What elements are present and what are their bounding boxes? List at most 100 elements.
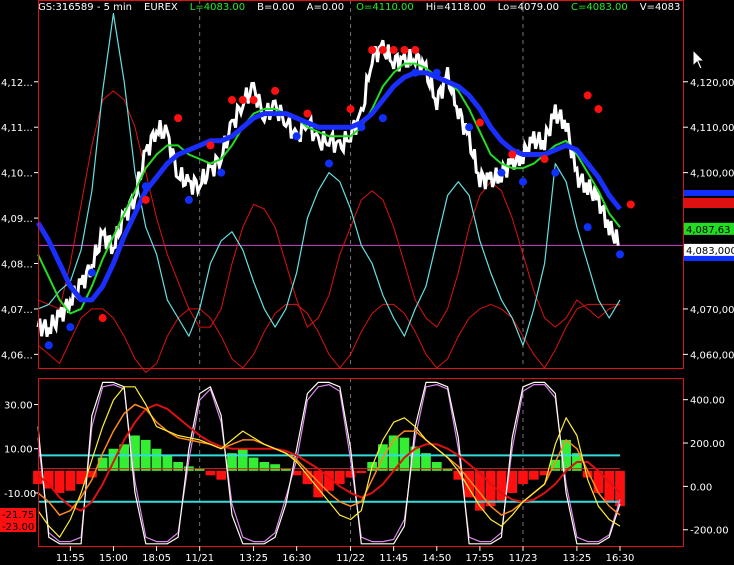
high-marker-dot — [400, 45, 409, 54]
price-label-text: 4,083,000 — [686, 246, 734, 257]
price-tick-label-left: 4,12... — [1, 78, 33, 89]
low-marker-dot — [357, 123, 366, 132]
low-marker-dot — [217, 168, 226, 177]
low-marker-dot — [378, 114, 387, 123]
high-marker-dot — [303, 109, 312, 118]
low-marker-dot — [292, 132, 301, 141]
time-tick-label: 11/22 — [336, 553, 365, 564]
price-tick-label-right: 4,100,000 — [690, 169, 734, 180]
osc-tick-label-right: 200.00 — [690, 439, 725, 450]
price-tick-label-left: 4,08... — [1, 260, 33, 271]
time-tick-label: 16:30 — [282, 553, 311, 564]
high-marker-dot — [271, 86, 280, 95]
histogram-bar — [528, 470, 539, 480]
low-marker-dot — [519, 177, 527, 186]
histogram-bar — [518, 470, 528, 485]
price-box-red — [684, 198, 734, 208]
histogram-bar — [302, 470, 313, 485]
low-marker-dot — [44, 341, 53, 350]
histogram-bar — [205, 470, 216, 476]
time-tick-label: 14:50 — [422, 553, 451, 564]
histogram-bar — [65, 470, 76, 491]
time-tick-label: 16:30 — [606, 553, 635, 564]
price-tick-label-left: 4,07... — [1, 305, 33, 316]
histogram-bar — [270, 464, 280, 471]
high-marker-dot — [594, 105, 603, 114]
cursor-arrow-icon — [692, 48, 706, 70]
slow-moving-average — [35, 70, 622, 303]
osc-tick-label-left: -10.00 — [4, 489, 36, 500]
time-tick-label: 11:55 — [56, 553, 85, 564]
low-marker-dot — [551, 168, 560, 177]
time-tick-label: 11/21 — [185, 553, 214, 564]
high-marker-dot — [540, 155, 549, 164]
time-tick-label: 11:45 — [379, 553, 408, 564]
price-tick-label-right: 4,060,000 — [690, 350, 734, 361]
low-marker-dot — [497, 168, 506, 177]
osc-tick-label-right: 0.00 — [690, 482, 712, 493]
time-tick-label: 18:05 — [142, 553, 171, 564]
high-marker-dot — [346, 105, 355, 114]
low-marker-dot — [87, 268, 96, 277]
histogram-bar — [334, 470, 345, 485]
high-marker-dot — [249, 95, 258, 104]
low-marker-dot — [325, 159, 333, 168]
high-marker-dot — [389, 45, 398, 54]
high-marker-dot — [238, 95, 247, 104]
low-marker-dot — [184, 195, 193, 204]
price-tick-label-right: 4,070,000 — [690, 305, 734, 316]
fast-moving-average — [37, 62, 621, 315]
low-marker-dot — [411, 68, 420, 77]
price-tick-label-right: 4,110,000 — [690, 123, 734, 134]
time-tick-label: 13:25 — [239, 553, 268, 564]
low-marker-dot — [141, 182, 150, 191]
histogram-bar — [259, 462, 270, 471]
osc-tick-label-right: -200.00 — [690, 526, 729, 537]
price-tick-label-left: 4,09... — [1, 214, 33, 225]
high-marker-dot — [228, 95, 236, 104]
osc-tick-label-right: 400.00 — [690, 396, 725, 407]
histogram-bar — [43, 470, 54, 489]
high-marker-dot — [98, 314, 107, 323]
histogram-bar — [54, 470, 65, 493]
histogram-bar — [237, 448, 248, 471]
histogram-bar — [431, 462, 442, 471]
time-tick-label: 11/23 — [509, 553, 538, 564]
high-marker-dot — [378, 45, 387, 54]
histogram-bar — [151, 448, 162, 471]
high-marker-dot — [206, 141, 215, 150]
high-marker-dot — [141, 195, 150, 204]
low-marker-dot — [616, 250, 624, 259]
time-tick-label: 15:00 — [99, 553, 128, 564]
histogram-bar — [356, 470, 367, 474]
time-tick-label: 13:25 — [562, 553, 591, 564]
price-tick-label-left: 4,10... — [1, 169, 33, 180]
low-marker-dot — [465, 123, 474, 132]
high-marker-dot — [508, 150, 517, 159]
osc-value-text: -21.75 — [2, 510, 34, 521]
price-tick-label-left: 4,06... — [1, 350, 33, 361]
price-tick-label-left: 4,11... — [1, 123, 33, 134]
price-box-blue — [684, 190, 734, 196]
osc-value-text: -23.00 — [2, 522, 34, 533]
time-tick-label: 17:55 — [465, 553, 494, 564]
low-marker-dot — [583, 223, 592, 232]
low-marker-dot — [66, 323, 75, 332]
price-label-text: 4,087,63 — [686, 225, 731, 236]
price-tick-label-right: 4,120,00 — [690, 78, 734, 89]
price-chart[interactable]: 4,12... 4,11... 4,10... 4,09... 4,08... 4,07.… — [0, 0, 734, 565]
oscillator-pane — [33, 378, 625, 546]
osc-tick-label-left: 10.00 — [4, 445, 33, 456]
high-marker-dot — [475, 118, 484, 127]
high-marker-dot — [174, 114, 183, 123]
high-marker-dot — [411, 45, 420, 54]
osc-tick-label-left: 30.00 — [4, 401, 33, 412]
high-marker-dot — [626, 200, 635, 209]
histogram-bar — [496, 470, 507, 502]
histogram-bar — [216, 470, 227, 480]
high-marker-dot — [368, 45, 377, 54]
high-marker-dot — [583, 91, 592, 100]
histogram-bar — [173, 462, 183, 471]
price-pane — [35, 0, 683, 373]
low-marker-dot — [432, 68, 441, 77]
